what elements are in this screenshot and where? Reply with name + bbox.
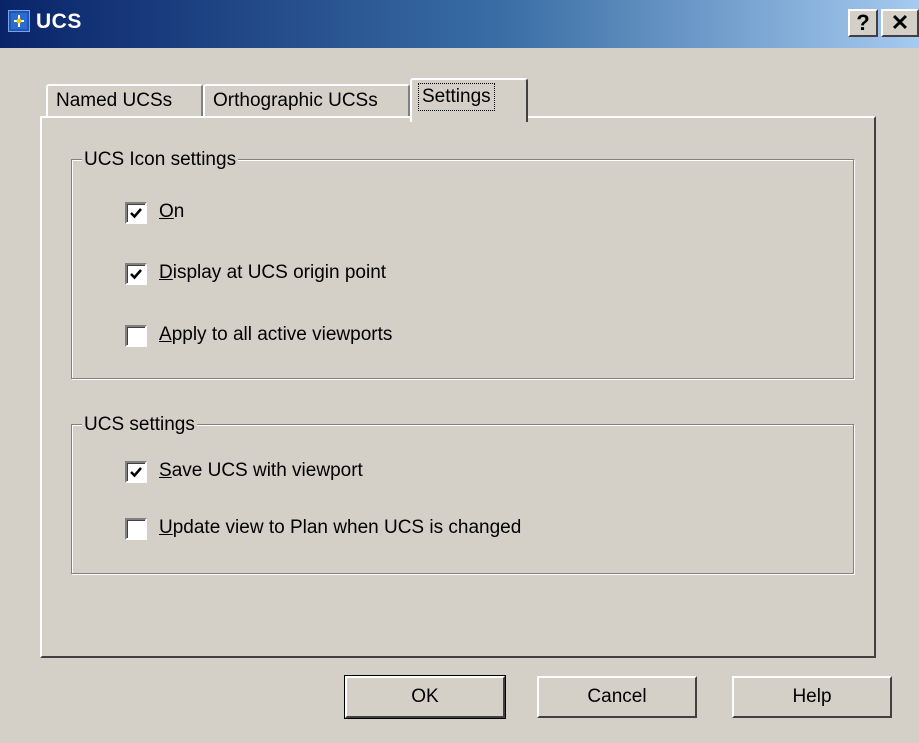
save-ucs-with-viewport-checkbox[interactable] [125,461,147,483]
title-bar[interactable]: UCS ? ✕ [0,0,919,48]
tab-orthographic-ucss[interactable]: Orthographic UCSs [203,84,410,118]
display-at-origin-checkbox[interactable] [125,263,147,285]
ucs-app-icon [8,10,30,32]
check-icon [130,269,142,280]
check-icon [130,467,142,478]
title-close-button[interactable]: ✕ [881,9,919,37]
display-at-origin-label: Display at UCS origin point [159,262,387,283]
apply-to-all-viewports-label: Apply to all active viewports [159,324,393,345]
ucs-settings-legend: UCS settings [82,414,197,436]
update-view-to-plan-label: Update view to Plan when UCS is changed [159,517,522,538]
help-button[interactable]: Help [732,676,892,718]
update-view-to-plan-checkbox[interactable] [125,518,147,540]
ucs-dialog: UCS ? ✕ Named UCSs Orthographic UCSs Set… [0,0,919,743]
tab-named-ucss[interactable]: Named UCSs [46,84,203,118]
on-label: On [159,201,185,222]
tab-settings[interactable]: Settings [410,78,528,122]
title-help-button[interactable]: ? [848,9,878,37]
on-checkbox[interactable] [125,202,147,224]
check-icon [130,208,142,219]
cancel-button[interactable]: Cancel [537,676,697,718]
ucs-settings-group [71,424,854,574]
apply-to-all-viewports-checkbox[interactable] [125,325,147,347]
ok-button[interactable]: OK [344,675,506,719]
save-ucs-with-viewport-label: Save UCS with viewport [159,460,363,481]
ucs-icon-settings-legend: UCS Icon settings [82,149,239,171]
window-title: UCS [36,10,82,33]
tab-settings-label: Settings [418,83,495,111]
